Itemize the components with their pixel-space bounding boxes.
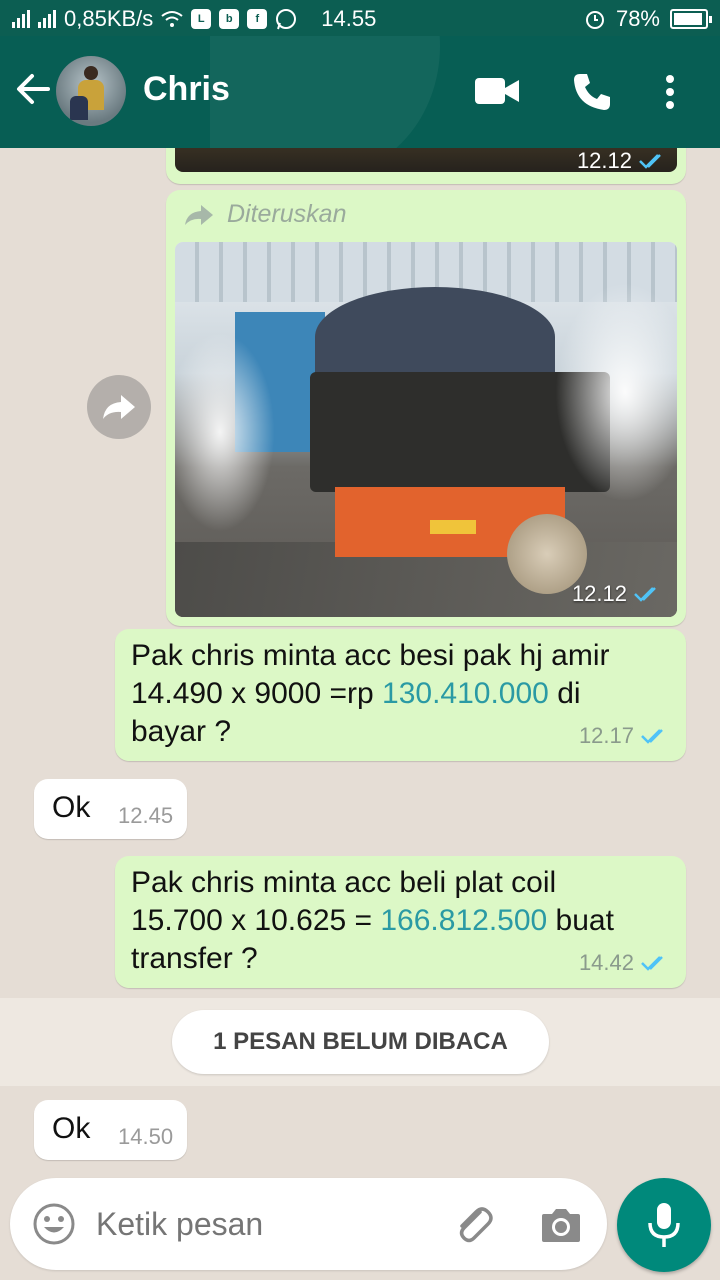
chat-area[interactable]: 12.12 Diteruskan 12.12 Pak chris minta a… (0, 148, 720, 1170)
microphone-icon (648, 1203, 680, 1247)
forwarded-text: Diteruskan (227, 200, 347, 228)
message-time: 14.42 (578, 950, 634, 975)
message-meta: 14.42 (579, 950, 670, 976)
camera-icon[interactable] (540, 1206, 582, 1244)
unread-count-label: 1 PESAN BELUM DIBACA (172, 1010, 549, 1074)
phone-number-link[interactable]: 130.410.000 (382, 677, 549, 710)
message-fragment: 14.490 x 9000 =rp (131, 677, 383, 710)
menu-icon[interactable] (664, 74, 676, 110)
read-ticks-icon (634, 587, 656, 602)
alarm-icon (585, 11, 604, 29)
whatsapp-icon (276, 9, 297, 30)
message-composer (0, 1170, 720, 1280)
phone-number-link[interactable]: 166.812.500 (380, 904, 547, 937)
outgoing-message[interactable]: Pak chris minta acc besi pak hj amir 14.… (115, 629, 686, 761)
message-fragment: di (548, 677, 581, 710)
image-message[interactable]: 12.12 (166, 148, 686, 184)
forwarded-image-message[interactable]: Diteruskan 12.12 (166, 190, 686, 626)
message-time: 12.12 (576, 148, 632, 173)
incoming-message[interactable]: Ok 12.45 (34, 779, 187, 839)
share-button[interactable] (87, 375, 151, 439)
emoji-icon[interactable] (32, 1202, 76, 1246)
forwarded-icon (185, 204, 213, 225)
status-time: 14.55 (321, 6, 377, 31)
message-line: 14.490 x 9000 =rp 130.410.000 di (131, 675, 671, 713)
message-meta: 12.17 (579, 723, 670, 749)
battery-icon (670, 9, 712, 29)
message-text: Ok (52, 791, 91, 824)
read-ticks-icon (641, 729, 663, 744)
message-line: Pak chris minta acc besi pak hj amir (131, 639, 610, 672)
video-call-icon[interactable] (475, 78, 519, 104)
image-thumbnail[interactable]: 12.12 (175, 242, 677, 617)
message-fragment: buat (547, 904, 614, 937)
phone-call-icon[interactable] (572, 72, 612, 112)
signal-icon (12, 10, 30, 28)
message-time: 12.17 (578, 723, 634, 748)
battery-percent: 78% (615, 6, 660, 31)
bbm-icon: b (219, 9, 240, 29)
incoming-message[interactable]: Ok 14.50 (34, 1100, 187, 1160)
outgoing-message[interactable]: Pak chris minta acc beli plat coil 15.70… (115, 856, 686, 988)
line-icon: L (191, 9, 212, 29)
read-ticks-icon (641, 956, 663, 971)
avatar[interactable] (56, 56, 126, 126)
message-input-container[interactable] (10, 1178, 607, 1270)
message-meta: 12.12 (577, 148, 668, 174)
message-input[interactable] (96, 1204, 426, 1244)
back-arrow-icon[interactable] (14, 70, 52, 108)
chat-header: Chris (0, 36, 720, 148)
read-ticks-icon (639, 154, 661, 169)
forwarded-label: Diteruskan (183, 200, 347, 229)
network-speed: 0,85KB/s (64, 6, 154, 31)
attach-icon[interactable] (450, 1202, 496, 1248)
message-fragment: 15.700 x 10.625 = (131, 904, 381, 937)
message-line: Pak chris minta acc beli plat coil (131, 866, 557, 899)
voice-record-button[interactable] (617, 1178, 711, 1272)
status-bar: 0,85KB/s L b f 14.55 78% (0, 0, 720, 36)
wifi-icon (161, 11, 183, 27)
message-line: 15.700 x 10.625 = 166.812.500 buat (131, 902, 671, 940)
share-icon (103, 395, 135, 419)
message-meta: 12.12 (572, 581, 663, 607)
unread-divider: 1 PESAN BELUM DIBACA (0, 998, 720, 1086)
message-time: 12.45 (118, 803, 174, 828)
message-time: 14.50 (118, 1124, 174, 1149)
contact-name[interactable]: Chris (143, 70, 230, 109)
facebook-icon: f (247, 9, 268, 29)
message-time: 12.12 (571, 581, 627, 606)
signal-icon (38, 10, 56, 28)
message-text: Ok (52, 1112, 91, 1145)
